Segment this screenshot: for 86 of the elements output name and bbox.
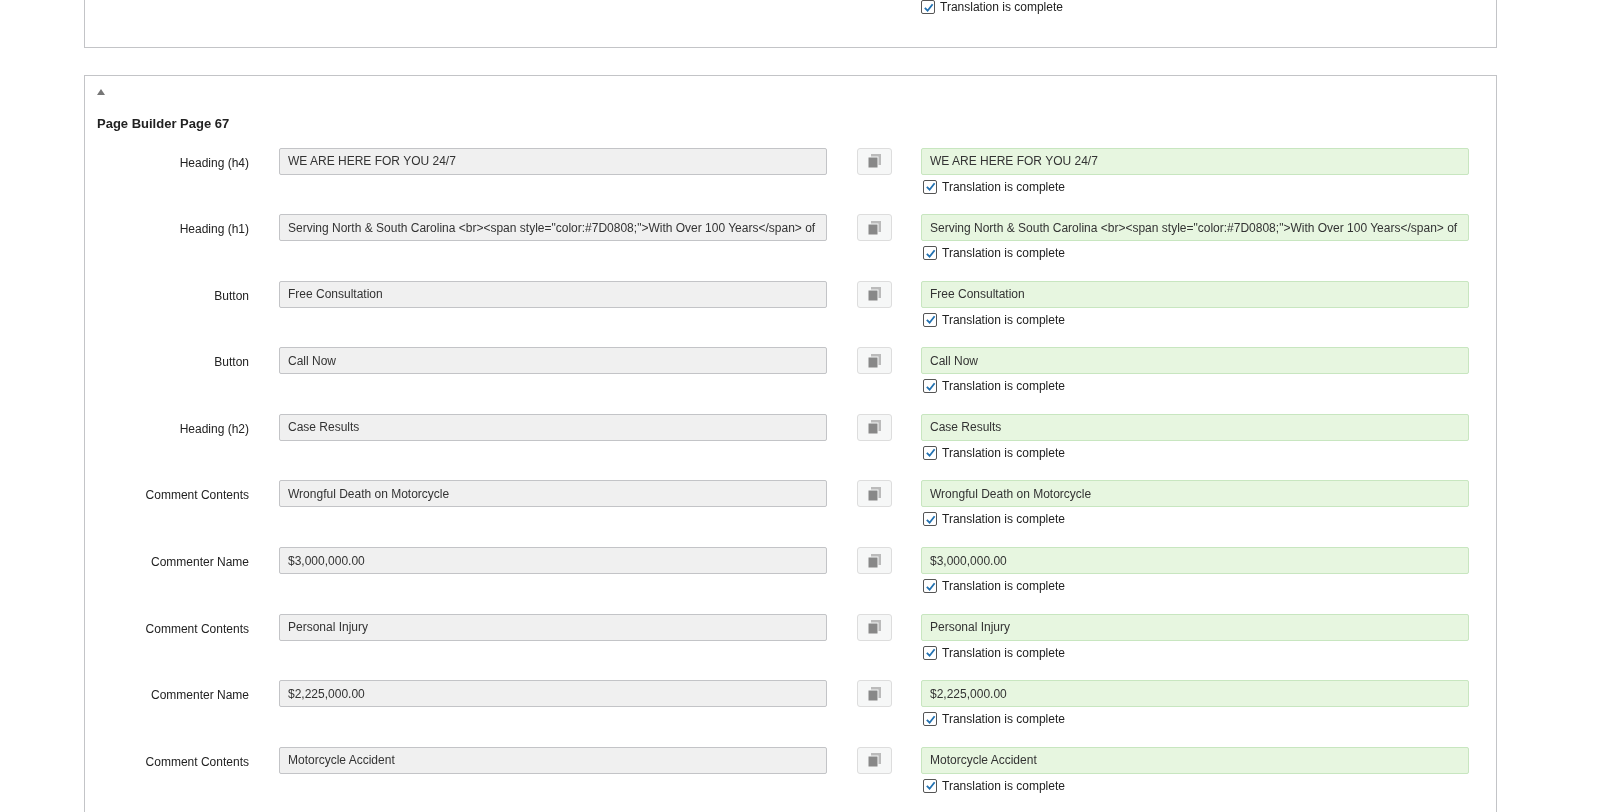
translation-field[interactable]: Case Results	[921, 413, 1469, 441]
checkbox[interactable]	[923, 246, 937, 261]
check-icon	[924, 447, 936, 459]
field-label: Comment Contents	[144, 487, 249, 505]
translation-field[interactable]: $2,225,000.00	[921, 680, 1469, 708]
checkbox-label: Translation is complete	[940, 0, 1063, 16]
copy-icon	[868, 154, 881, 168]
translation-field[interactable]: Wrongful Death on Motorcycle	[921, 480, 1469, 508]
translation-field[interactable]: Serving North & South Carolina <br><span style="color:#7D0808;">With Over 100 Years</span> of	[921, 214, 1469, 242]
checkbox-label: Translation is complete	[942, 644, 1065, 662]
source-field: Personal Injury	[279, 613, 827, 641]
checkbox[interactable]	[923, 179, 937, 194]
checkbox[interactable]	[923, 579, 937, 594]
check-icon	[924, 580, 936, 592]
copy-button[interactable]	[857, 214, 892, 242]
check-icon	[924, 713, 936, 725]
copy-icon	[868, 287, 881, 302]
source-field: Serving North & South Carolina <br><span style="color:#7D0808;">With Over 100 Years</span> of	[279, 214, 827, 242]
translation-field[interactable]: Free Consultation	[921, 280, 1469, 308]
source-field: Wrongful Death on Motorcycle	[279, 480, 827, 508]
translation-field[interactable]: WE ARE HERE FOR YOU 24/7	[921, 147, 1469, 175]
copy-button[interactable]	[857, 480, 892, 508]
copy-button[interactable]	[857, 413, 892, 441]
checkbox[interactable]	[923, 778, 937, 793]
checkbox-label: Translation is complete	[942, 777, 1065, 795]
field-label: Button	[213, 354, 249, 372]
checkbox[interactable]	[923, 512, 937, 527]
checkbox-label: Translation is complete	[942, 178, 1065, 196]
check-icon	[924, 513, 936, 525]
copy-button[interactable]	[857, 746, 892, 774]
check-icon	[924, 314, 936, 326]
field-label: Commenter Name	[149, 687, 249, 705]
checkbox[interactable]	[923, 379, 937, 394]
checkbox[interactable]	[923, 712, 937, 727]
copy-button[interactable]	[857, 280, 892, 308]
copy-icon	[868, 753, 881, 768]
checkbox[interactable]	[923, 312, 937, 327]
source-field: Call Now	[279, 347, 827, 375]
source-field: $3,000,000.00	[279, 547, 827, 575]
copy-icon	[868, 353, 881, 368]
check-icon	[924, 181, 936, 192]
copy-icon	[868, 420, 881, 435]
field-label: Commenter Name	[149, 554, 249, 572]
checkbox[interactable]	[923, 445, 937, 460]
check-icon	[924, 380, 936, 392]
checkbox-label: Translation is complete	[942, 378, 1065, 396]
source-field: Motorcycle Accident	[279, 746, 827, 774]
copy-button[interactable]	[857, 347, 892, 375]
field-label: Comment Contents	[144, 753, 249, 771]
field-label: Heading (h1)	[178, 221, 249, 239]
source-field: $2,225,000.00	[279, 680, 827, 708]
copy-icon	[868, 486, 881, 501]
copy-button[interactable]	[857, 680, 892, 708]
checkbox[interactable]	[923, 645, 937, 660]
checkbox-label: Translation is complete	[942, 444, 1065, 462]
check-icon	[924, 780, 936, 792]
copy-button[interactable]	[857, 147, 892, 175]
check-icon	[924, 647, 936, 659]
copy-icon	[868, 553, 881, 568]
copy-button[interactable]	[857, 613, 892, 641]
copy-button[interactable]	[857, 547, 892, 575]
field-label: Button	[213, 287, 249, 305]
section-title: Page Builder Page 67	[97, 115, 231, 133]
source-field: WE ARE HERE FOR YOU 24/7	[279, 147, 827, 175]
check-icon	[924, 247, 936, 259]
checkbox-label: Translation is complete	[942, 711, 1065, 729]
copy-icon	[868, 620, 881, 635]
source-field: Case Results	[279, 413, 827, 441]
copy-icon	[868, 686, 881, 701]
triangle-icon	[97, 89, 105, 95]
field-label: Comment Contents	[144, 620, 249, 638]
field-label: Heading (h2)	[178, 420, 249, 438]
translation-field[interactable]: Motorcycle Accident	[921, 746, 1469, 774]
checkbox-label: Translation is complete	[942, 311, 1065, 329]
translation-field[interactable]: Call Now	[921, 347, 1469, 375]
translation-field[interactable]: $3,000,000.00	[921, 547, 1469, 575]
collapse-toggle[interactable]	[97, 88, 107, 96]
copy-icon	[868, 220, 881, 235]
checkbox-label: Translation is complete	[942, 245, 1065, 263]
source-field: Free Consultation	[279, 280, 827, 308]
translation-field[interactable]: Personal Injury	[921, 613, 1469, 641]
checkbox-label: Translation is complete	[942, 578, 1065, 596]
checkbox-label: Translation is complete	[942, 511, 1065, 529]
field-label: Heading (h4)	[178, 154, 249, 172]
check-icon	[922, 1, 934, 13]
checkbox[interactable]	[921, 0, 935, 14]
